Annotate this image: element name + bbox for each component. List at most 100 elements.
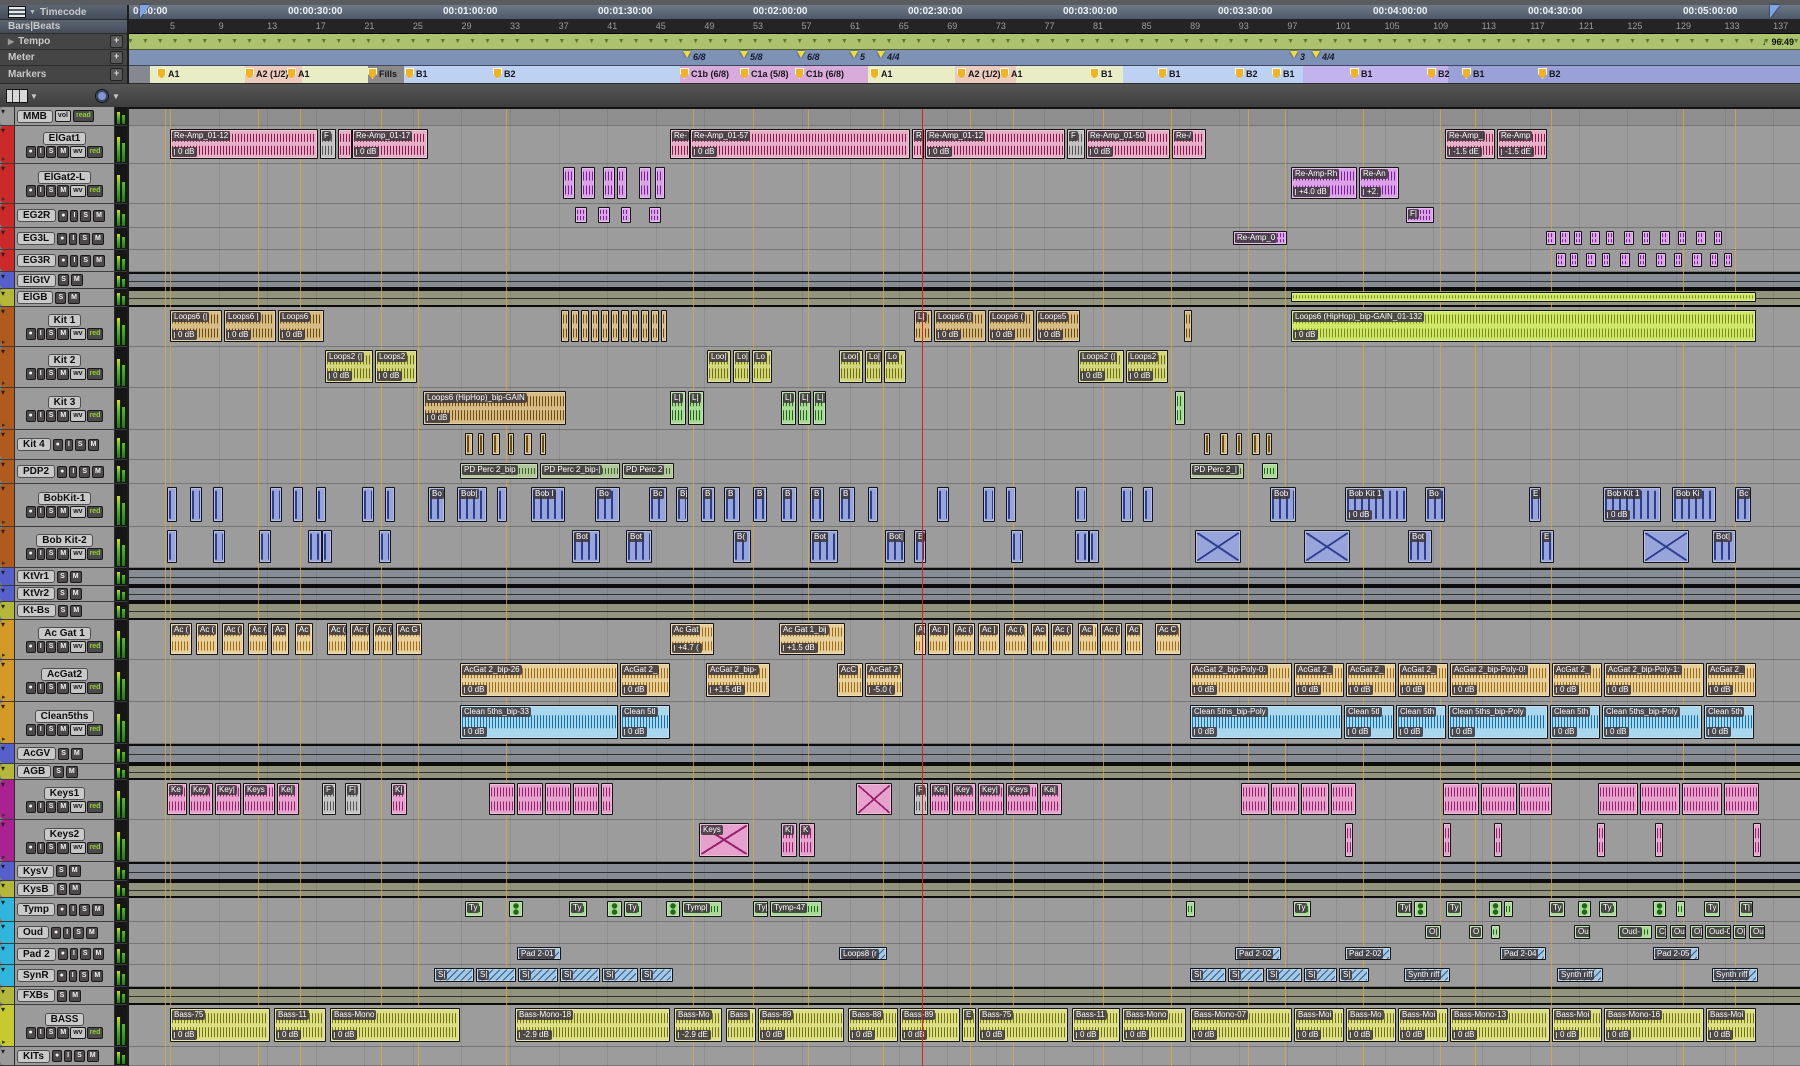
- clip-kit-1[interactable]: [641, 310, 649, 342]
- track-elgb-btn-s[interactable]: S: [55, 292, 66, 304]
- marker-c1b-6-8-[interactable]: C1b (6/8): [795, 68, 844, 79]
- track-acgat2-btn-red[interactable]: red: [87, 682, 104, 694]
- clip-kit-4[interactable]: [524, 433, 532, 455]
- track-tymp-btn--[interactable]: ●: [57, 904, 67, 916]
- clip-clean5ths[interactable]: Clean 5tl0 dB: [1344, 705, 1394, 739]
- clip-keys2[interactable]: K|: [781, 823, 797, 857]
- track-eg2r[interactable]: ▾EG2R●ISM: [0, 204, 127, 228]
- track-name[interactable]: ElGB: [17, 291, 53, 304]
- track-ac-gat-1[interactable]: ▾▸Ac Gat 1●ISMwvred: [0, 620, 127, 660]
- clip-bobkit-1[interactable]: [497, 487, 507, 522]
- track-name[interactable]: Keys1: [44, 787, 85, 800]
- clip-bob-kit-2[interactable]: [322, 530, 332, 563]
- track-collapse-icon[interactable]: ▾: [1, 744, 5, 753]
- clip-kit-1[interactable]: Loops50 dB: [1036, 310, 1080, 342]
- clip-eg3l[interactable]: Re-Amp_0: [1233, 231, 1287, 245]
- track-kit-3-btn-red[interactable]: red: [87, 410, 104, 422]
- track-color-strip[interactable]: ▾: [0, 289, 15, 306]
- clip-elgat2-l[interactable]: Re-An+2.: [1359, 167, 1399, 199]
- clip-kit-4[interactable]: [1252, 433, 1260, 455]
- clip-bobkit-1[interactable]: Bob Ki: [1672, 487, 1716, 522]
- track-expand-icon[interactable]: ▸: [2, 811, 6, 819]
- clip-tymp[interactable]: [666, 901, 680, 917]
- clip-acgat2[interactable]: AcGat 2_0 dB: [1552, 663, 1602, 697]
- clip-ac-gat-1[interactable]: Ac (: [1051, 623, 1073, 655]
- clip-keys1[interactable]: [1443, 783, 1479, 815]
- track-kysb[interactable]: ▾KysBSM: [0, 881, 127, 898]
- clip-bobkit-1[interactable]: [937, 487, 949, 522]
- clip-ac-gat-1[interactable]: Ac (: [1100, 623, 1122, 655]
- clip-oud[interactable]: C|: [1655, 925, 1667, 939]
- track-kit-1-btn-red[interactable]: red: [87, 328, 104, 340]
- timebase-clock-icon[interactable]: [95, 89, 109, 103]
- track-expand-icon[interactable]: ▸: [2, 693, 6, 701]
- clip-kit-4[interactable]: [478, 433, 484, 455]
- clip-tymp[interactable]: Ty: [1599, 901, 1617, 917]
- clip-ac-gat-1[interactable]: Ac (: [196, 623, 218, 655]
- clip-acgat2[interactable]: AcC: [837, 663, 863, 697]
- track-mmb[interactable]: ▾MMBvolread: [0, 107, 127, 126]
- track-bass-btn-red[interactable]: red: [87, 1027, 104, 1039]
- track-eg3r[interactable]: ▾EG3R●ISM: [0, 250, 127, 272]
- clip-ac-gat-1[interactable]: Ac: [271, 623, 289, 655]
- track-kit-3-btn-s[interactable]: S: [46, 410, 57, 422]
- clip-keys2[interactable]: [1655, 823, 1663, 857]
- clip-acgat2[interactable]: AcGat 2_0 dB: [620, 663, 670, 697]
- track-collapse-icon[interactable]: ▾: [1, 107, 5, 116]
- clip-kit-2[interactable]: Lo: [884, 350, 906, 383]
- track-keys1[interactable]: ▾▸Keys1●ISMwvred: [0, 780, 127, 820]
- track-name[interactable]: EG3L: [17, 232, 55, 245]
- clip-kit-4[interactable]: [1266, 433, 1272, 455]
- clip-bobkit-1[interactable]: [167, 487, 177, 522]
- track-color-strip[interactable]: ▾▸: [0, 660, 15, 701]
- clip-kit-4[interactable]: [1204, 433, 1210, 455]
- clip-keys1[interactable]: Keys: [243, 783, 275, 815]
- clip-pdp2[interactable]: PD Perc 2_bip-|: [540, 463, 620, 479]
- track-expand-icon[interactable]: ▸: [2, 853, 6, 861]
- clip-keys2[interactable]: K: [799, 823, 815, 857]
- clip-ac-gat-1[interactable]: Ac: [1078, 623, 1098, 655]
- clip-bass[interactable]: Bass-Mo0 dB: [1346, 1008, 1396, 1042]
- track-kit-3[interactable]: ▾▸Kit 3●ISMwvred: [0, 388, 127, 430]
- track-collapse-icon[interactable]: ▾: [1, 764, 5, 773]
- track-expand-icon[interactable]: ▸: [2, 338, 6, 346]
- track-kit-4-btn--[interactable]: ●: [53, 439, 63, 451]
- track-color-strip[interactable]: ▾: [0, 764, 15, 779]
- ruler-row-timecode[interactable]: ▼Timecode: [0, 5, 127, 20]
- marker-a2-1-2-[interactable]: A2 (1/2): [245, 68, 289, 79]
- clip-kit-2[interactable]: Lo|: [865, 350, 882, 383]
- clip-bobkit-1[interactable]: [316, 487, 326, 522]
- clip-kit-4[interactable]: [465, 433, 473, 455]
- clip-kit-1[interactable]: Loops6 (|0 dB: [934, 310, 986, 342]
- track-bob-kit-2-btn-red[interactable]: red: [87, 548, 104, 560]
- clip-acgat2[interactable]: AcGat 2_bip-260 dB: [460, 663, 618, 697]
- track-acgv-btn-m[interactable]: M: [71, 748, 83, 760]
- clip-eg3r[interactable]: [1656, 253, 1666, 267]
- clip-synr[interactable]: S|: [1266, 968, 1302, 982]
- clip-kit-3[interactable]: L|: [670, 391, 686, 425]
- clip-keys1[interactable]: F: [322, 783, 336, 815]
- track-kit-1-btn-m[interactable]: M: [57, 328, 69, 340]
- track-color-strip[interactable]: ▾: [0, 944, 15, 964]
- clip-kit-2[interactable]: Loops2 (|0 dB: [325, 350, 373, 383]
- clip-keys1[interactable]: [1481, 783, 1517, 815]
- track-collapse-icon[interactable]: ▾: [1, 944, 5, 953]
- track-acgat2-btn-i[interactable]: I: [37, 682, 45, 694]
- track-bob-kit-2-btn-i[interactable]: I: [37, 548, 45, 560]
- track-fxbs[interactable]: ▾FXBsSM: [0, 987, 127, 1005]
- ruler-row-markers[interactable]: Markers+: [0, 66, 127, 84]
- track-ac-gat-1-btn--[interactable]: ●: [26, 641, 36, 653]
- clip-elgat2-l[interactable]: [563, 167, 575, 199]
- clip-kit-1[interactable]: Loops60 dB: [278, 310, 324, 342]
- clip-eg3r[interactable]: [1638, 253, 1646, 267]
- track-collapse-icon[interactable]: ▾: [1, 1005, 5, 1014]
- clip-kit-1[interactable]: [1184, 310, 1192, 342]
- track-color-strip[interactable]: ▾▸: [0, 820, 15, 861]
- marker-b2[interactable]: B2: [1427, 68, 1450, 79]
- clip-eg3l[interactable]: [1714, 231, 1722, 245]
- clip-keys1[interactable]: Ke|: [277, 783, 299, 815]
- track-eg3r-btn--[interactable]: ●: [58, 255, 68, 267]
- clip-kit-3[interactable]: L|: [688, 391, 704, 425]
- clip-eg2r[interactable]: [598, 207, 610, 223]
- track-clean5ths-btn-s[interactable]: S: [46, 724, 57, 736]
